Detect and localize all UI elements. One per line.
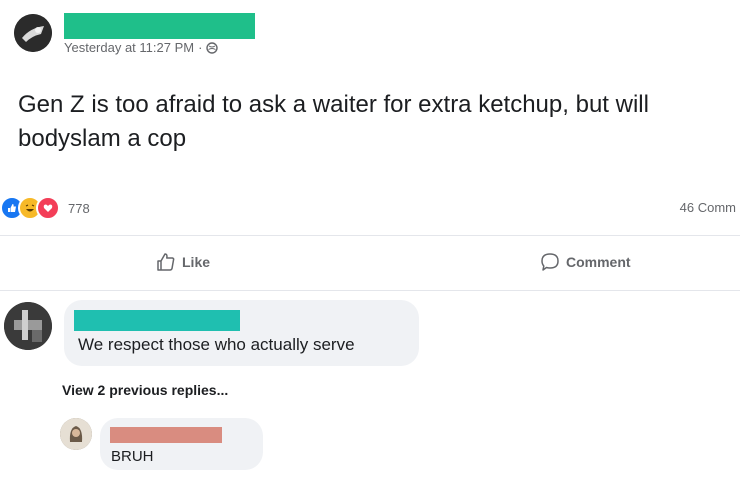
commenter-avatar[interactable] <box>4 302 52 350</box>
comment-text: We respect those who actually serve <box>78 335 355 354</box>
globe-icon[interactable] <box>206 41 219 54</box>
poster-avatar-image <box>14 14 52 52</box>
commenter-avatar-image <box>4 302 52 350</box>
divider <box>0 235 740 236</box>
love-reaction-icon <box>36 196 60 220</box>
post-timestamp[interactable]: Yesterday at 11:27 PM <box>64 40 194 55</box>
like-button-label: Like <box>182 254 211 270</box>
comment-button-label: Comment <box>566 254 631 270</box>
commenter-name-redaction <box>74 310 240 331</box>
post-meta: Yesterday at 11:27 PM · <box>64 40 219 55</box>
view-previous-replies-link[interactable]: View 2 previous replies... <box>62 382 228 398</box>
thumbs-up-icon <box>157 253 175 271</box>
meta-separator: · <box>198 40 203 55</box>
poster-name-redaction <box>64 13 255 39</box>
poster-avatar[interactable] <box>14 14 52 52</box>
reply-avatar-image <box>60 418 92 450</box>
comments-count-link[interactable]: 46 Comm <box>680 200 736 215</box>
like-button[interactable]: Like <box>156 252 210 272</box>
post-text: Gen Z is too afraid to ask a waiter for … <box>18 91 649 152</box>
divider <box>0 290 740 291</box>
reply-avatar[interactable] <box>60 418 92 450</box>
reactions-summary[interactable]: 778 <box>0 196 90 220</box>
reply-text: BRUH <box>111 448 154 465</box>
reply-name-redaction <box>110 427 222 443</box>
comment-bubble-icon <box>541 253 559 271</box>
reaction-count: 778 <box>68 200 90 216</box>
post-card: Yesterday at 11:27 PM · Gen Z is too afr… <box>0 0 740 491</box>
comment-button[interactable]: Comment <box>540 252 631 272</box>
